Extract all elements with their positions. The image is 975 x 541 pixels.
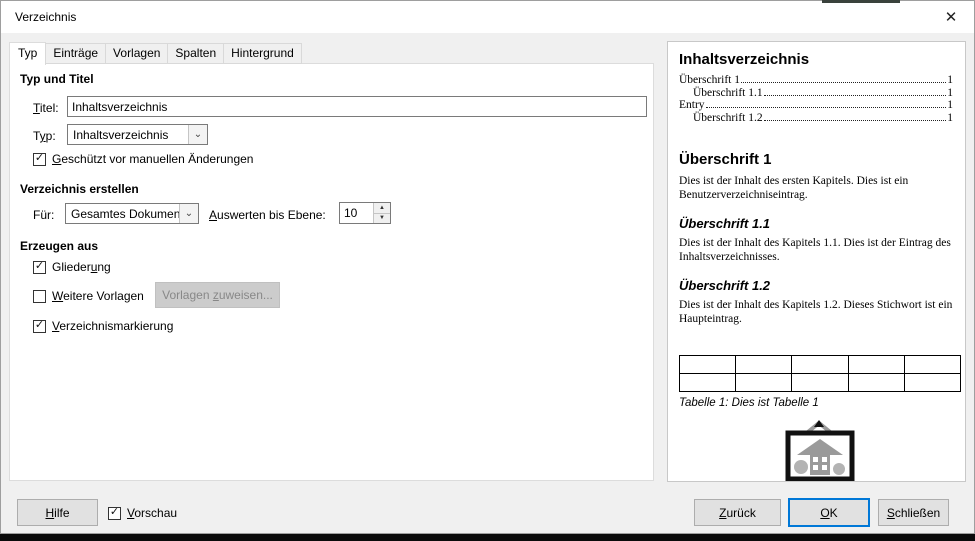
dialog-title: Verzeichnis xyxy=(15,10,77,24)
screenshot-root: Verzeichnis ✕ Typ Einträge Vorlagen Spal… xyxy=(0,0,975,541)
spin-up-icon[interactable]: ▲ xyxy=(374,203,390,214)
evaluate-level-input[interactable] xyxy=(340,203,373,223)
verzeichnis-dialog: Verzeichnis ✕ Typ Einträge Vorlagen Spal… xyxy=(0,0,975,534)
background-window-fragment xyxy=(822,0,900,3)
fuer-label: Für: xyxy=(33,208,55,222)
preview-body-1: Dies ist der Inhalt des ersten Kapitels.… xyxy=(679,175,909,201)
checkbox-box xyxy=(33,289,46,303)
preview-table xyxy=(678,355,962,393)
tab-eintraege[interactable]: Einträge xyxy=(45,43,107,64)
protected-checkbox[interactable]: ✓ Geschützt vor manuellen Änderungen xyxy=(33,152,253,166)
tab-page-typ: Typ und Titel Titel: Typ: Inhaltsverzeic… xyxy=(9,63,654,481)
toc-entry: Entry 1 xyxy=(679,99,953,112)
gliederung-checkbox[interactable]: ✓ Gliederung xyxy=(33,260,111,274)
preview-body-1-1: Dies ist der Inhalt des Kapitels 1.1. Di… xyxy=(679,237,951,263)
section-heading-verzeichnis-erstellen: Verzeichnis erstellen xyxy=(20,182,139,196)
preview-heading-1-2: Überschrift 1.2 xyxy=(679,278,771,294)
preview-table-caption: Tabelle 1: Dies ist Tabelle 1 xyxy=(679,397,819,410)
verzeichnismarkierung-checkbox-label: Verzeichnismarkierung xyxy=(52,319,174,333)
toc-entry: Überschrift 1.1 1 xyxy=(693,86,953,99)
toc-entry: Überschrift 11 xyxy=(679,74,953,86)
auswerten-label: Auswerten bis Ebene: xyxy=(209,208,326,222)
preview-pane: Inhaltsverzeichnis Überschrift 11 Übersc… xyxy=(667,41,966,482)
hilfe-button[interactable]: Hilfe xyxy=(17,499,98,526)
schliessen-button[interactable]: Schließen xyxy=(878,499,949,526)
checkbox-box: ✓ xyxy=(33,152,46,166)
close-icon[interactable]: ✕ xyxy=(936,6,966,28)
tab-hintergrund[interactable]: Hintergrund xyxy=(223,43,302,64)
tab-spalten[interactable]: Spalten xyxy=(167,43,225,64)
zurueck-button[interactable]: Zurück xyxy=(694,499,781,526)
verzeichnismarkierung-checkbox[interactable]: ✓ Verzeichnismarkierung xyxy=(33,319,173,333)
weitere-vorlagen-checkbox-label: Weitere Vorlagen xyxy=(52,289,144,303)
chevron-down-icon[interactable]: ⌄ xyxy=(179,204,198,223)
preview-heading-1-1: Überschrift 1.1 xyxy=(679,216,771,232)
titel-input[interactable] xyxy=(67,96,647,117)
preview-image-placeholder xyxy=(779,419,953,481)
preview-body-1-2: Dies ist der Inhalt des Kapitels 1.2. Di… xyxy=(679,299,953,325)
tab-vorlagen[interactable]: Vorlagen xyxy=(105,43,169,64)
spin-down-icon[interactable]: ▼ xyxy=(374,213,390,223)
protected-checkbox-label: Geschützt vor manuellen Änderungen xyxy=(52,152,254,166)
checkbox-box: ✓ xyxy=(33,260,46,274)
fuer-dropdown-value: Gesamtes Dokument xyxy=(71,206,179,221)
section-heading-erzeugen-aus: Erzeugen aus xyxy=(20,239,99,253)
evaluate-level-spinner[interactable]: ▲ ▼ xyxy=(339,202,391,224)
fuer-dropdown[interactable]: Gesamtes Dokument ⌄ xyxy=(65,203,199,224)
tab-typ[interactable]: Typ xyxy=(9,42,47,65)
framed-picture-icon xyxy=(785,420,855,481)
desktop-strip xyxy=(0,534,975,541)
preview-heading-1: Überschrift 1 xyxy=(679,151,772,169)
typ-label: Typ: xyxy=(33,129,56,143)
chevron-down-icon[interactable]: ⌄ xyxy=(188,125,207,144)
section-heading-typ-und-titel: Typ und Titel xyxy=(20,72,94,86)
checkbox-box: ✓ xyxy=(33,319,46,333)
gliederung-checkbox-label: Gliederung xyxy=(52,260,111,274)
typ-dropdown[interactable]: Inhaltsverzeichnis ⌄ xyxy=(67,124,208,145)
typ-dropdown-value: Inhaltsverzeichnis xyxy=(73,127,169,142)
vorschau-checkbox[interactable]: ✓ Vorschau xyxy=(108,506,177,520)
weitere-vorlagen-checkbox[interactable]: Weitere Vorlagen xyxy=(33,289,144,303)
titel-label: Titel: xyxy=(33,101,59,115)
preview-toc-title: Inhaltsverzeichnis xyxy=(679,51,810,68)
ok-button[interactable]: OK xyxy=(788,498,870,527)
checkbox-box: ✓ xyxy=(108,506,121,520)
vorlagen-zuweisen-button[interactable]: Vorlagen zuweisen... xyxy=(155,282,280,308)
vorschau-checkbox-label: Vorschau xyxy=(127,506,178,520)
tab-bar: Typ Einträge Vorlagen Spalten Hintergrun… xyxy=(9,42,302,65)
dialog-titlebar[interactable]: Verzeichnis ✕ xyxy=(1,1,974,33)
toc-entry: Überschrift 1.2 1 xyxy=(693,111,953,124)
